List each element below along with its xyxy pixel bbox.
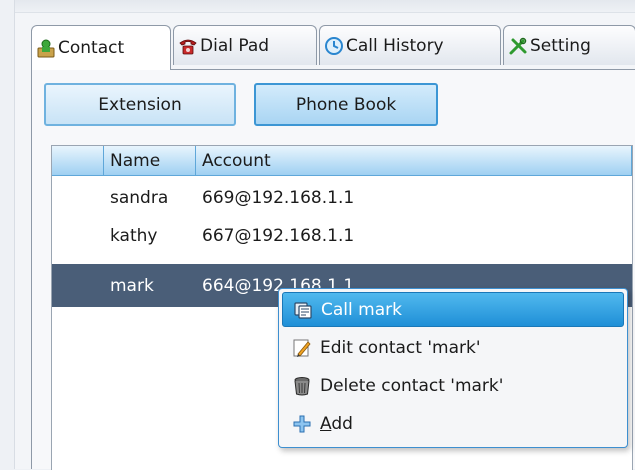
trash-icon (292, 376, 312, 396)
menu-item-label: Delete contact 'mark' (320, 375, 504, 396)
tab-setting[interactable]: Setting (503, 25, 635, 65)
tab-bar: Contact Dial Pad Call History Setting (31, 25, 635, 70)
tab-label: Setting (530, 35, 591, 56)
name-cell: mark (110, 275, 154, 296)
menu-item-label: Edit contact 'mark' (320, 337, 481, 358)
top-strip (15, 0, 635, 13)
call-history-icon (324, 36, 344, 56)
plus-icon (292, 414, 312, 434)
menu-item-delete-contact[interactable]: Delete contact 'mark' (282, 368, 624, 403)
tab-dial-pad[interactable]: Dial Pad (173, 25, 317, 65)
tools-icon (508, 36, 528, 56)
table-row[interactable]: sandra 669@192.168.1.1 (52, 179, 632, 217)
menu-item-label: Add (320, 413, 353, 434)
contact-icon (36, 38, 56, 58)
column-header-name[interactable]: Name (104, 146, 196, 176)
name-cell: sandra (110, 188, 169, 208)
tab-label: Dial Pad (200, 35, 270, 56)
pencil-icon (292, 338, 312, 358)
app-window: Contact Dial Pad Call History Setting Ex… (14, 0, 635, 470)
extension-button[interactable]: Extension (44, 83, 236, 126)
menu-item-edit-contact[interactable]: Edit contact 'mark' (282, 330, 624, 365)
name-cell: kathy (110, 226, 158, 246)
table-header: Name Account (52, 146, 632, 176)
call-icon (293, 300, 313, 320)
column-header-account[interactable]: Account (196, 146, 632, 176)
column-header-select[interactable] (52, 146, 104, 176)
context-menu: Call mark Edit contact 'mark' Delete con… (278, 288, 628, 448)
menu-item-call[interactable]: Call mark (282, 292, 624, 327)
menu-item-label: Call mark (321, 299, 402, 320)
tab-label: Contact (58, 38, 125, 58)
account-cell: 667@192.168.1.1 (202, 226, 355, 246)
menu-item-add[interactable]: Add (282, 406, 624, 441)
phone-book-button[interactable]: Phone Book (254, 83, 438, 126)
tab-contact[interactable]: Contact (31, 25, 171, 70)
mnemonic-letter: A (320, 413, 332, 434)
table-row[interactable]: kathy 667@192.168.1.1 (52, 217, 632, 255)
tab-call-history[interactable]: Call History (319, 25, 501, 65)
tab-label: Call History (346, 35, 444, 56)
account-cell: 669@192.168.1.1 (202, 188, 355, 208)
telephone-icon (178, 36, 198, 56)
